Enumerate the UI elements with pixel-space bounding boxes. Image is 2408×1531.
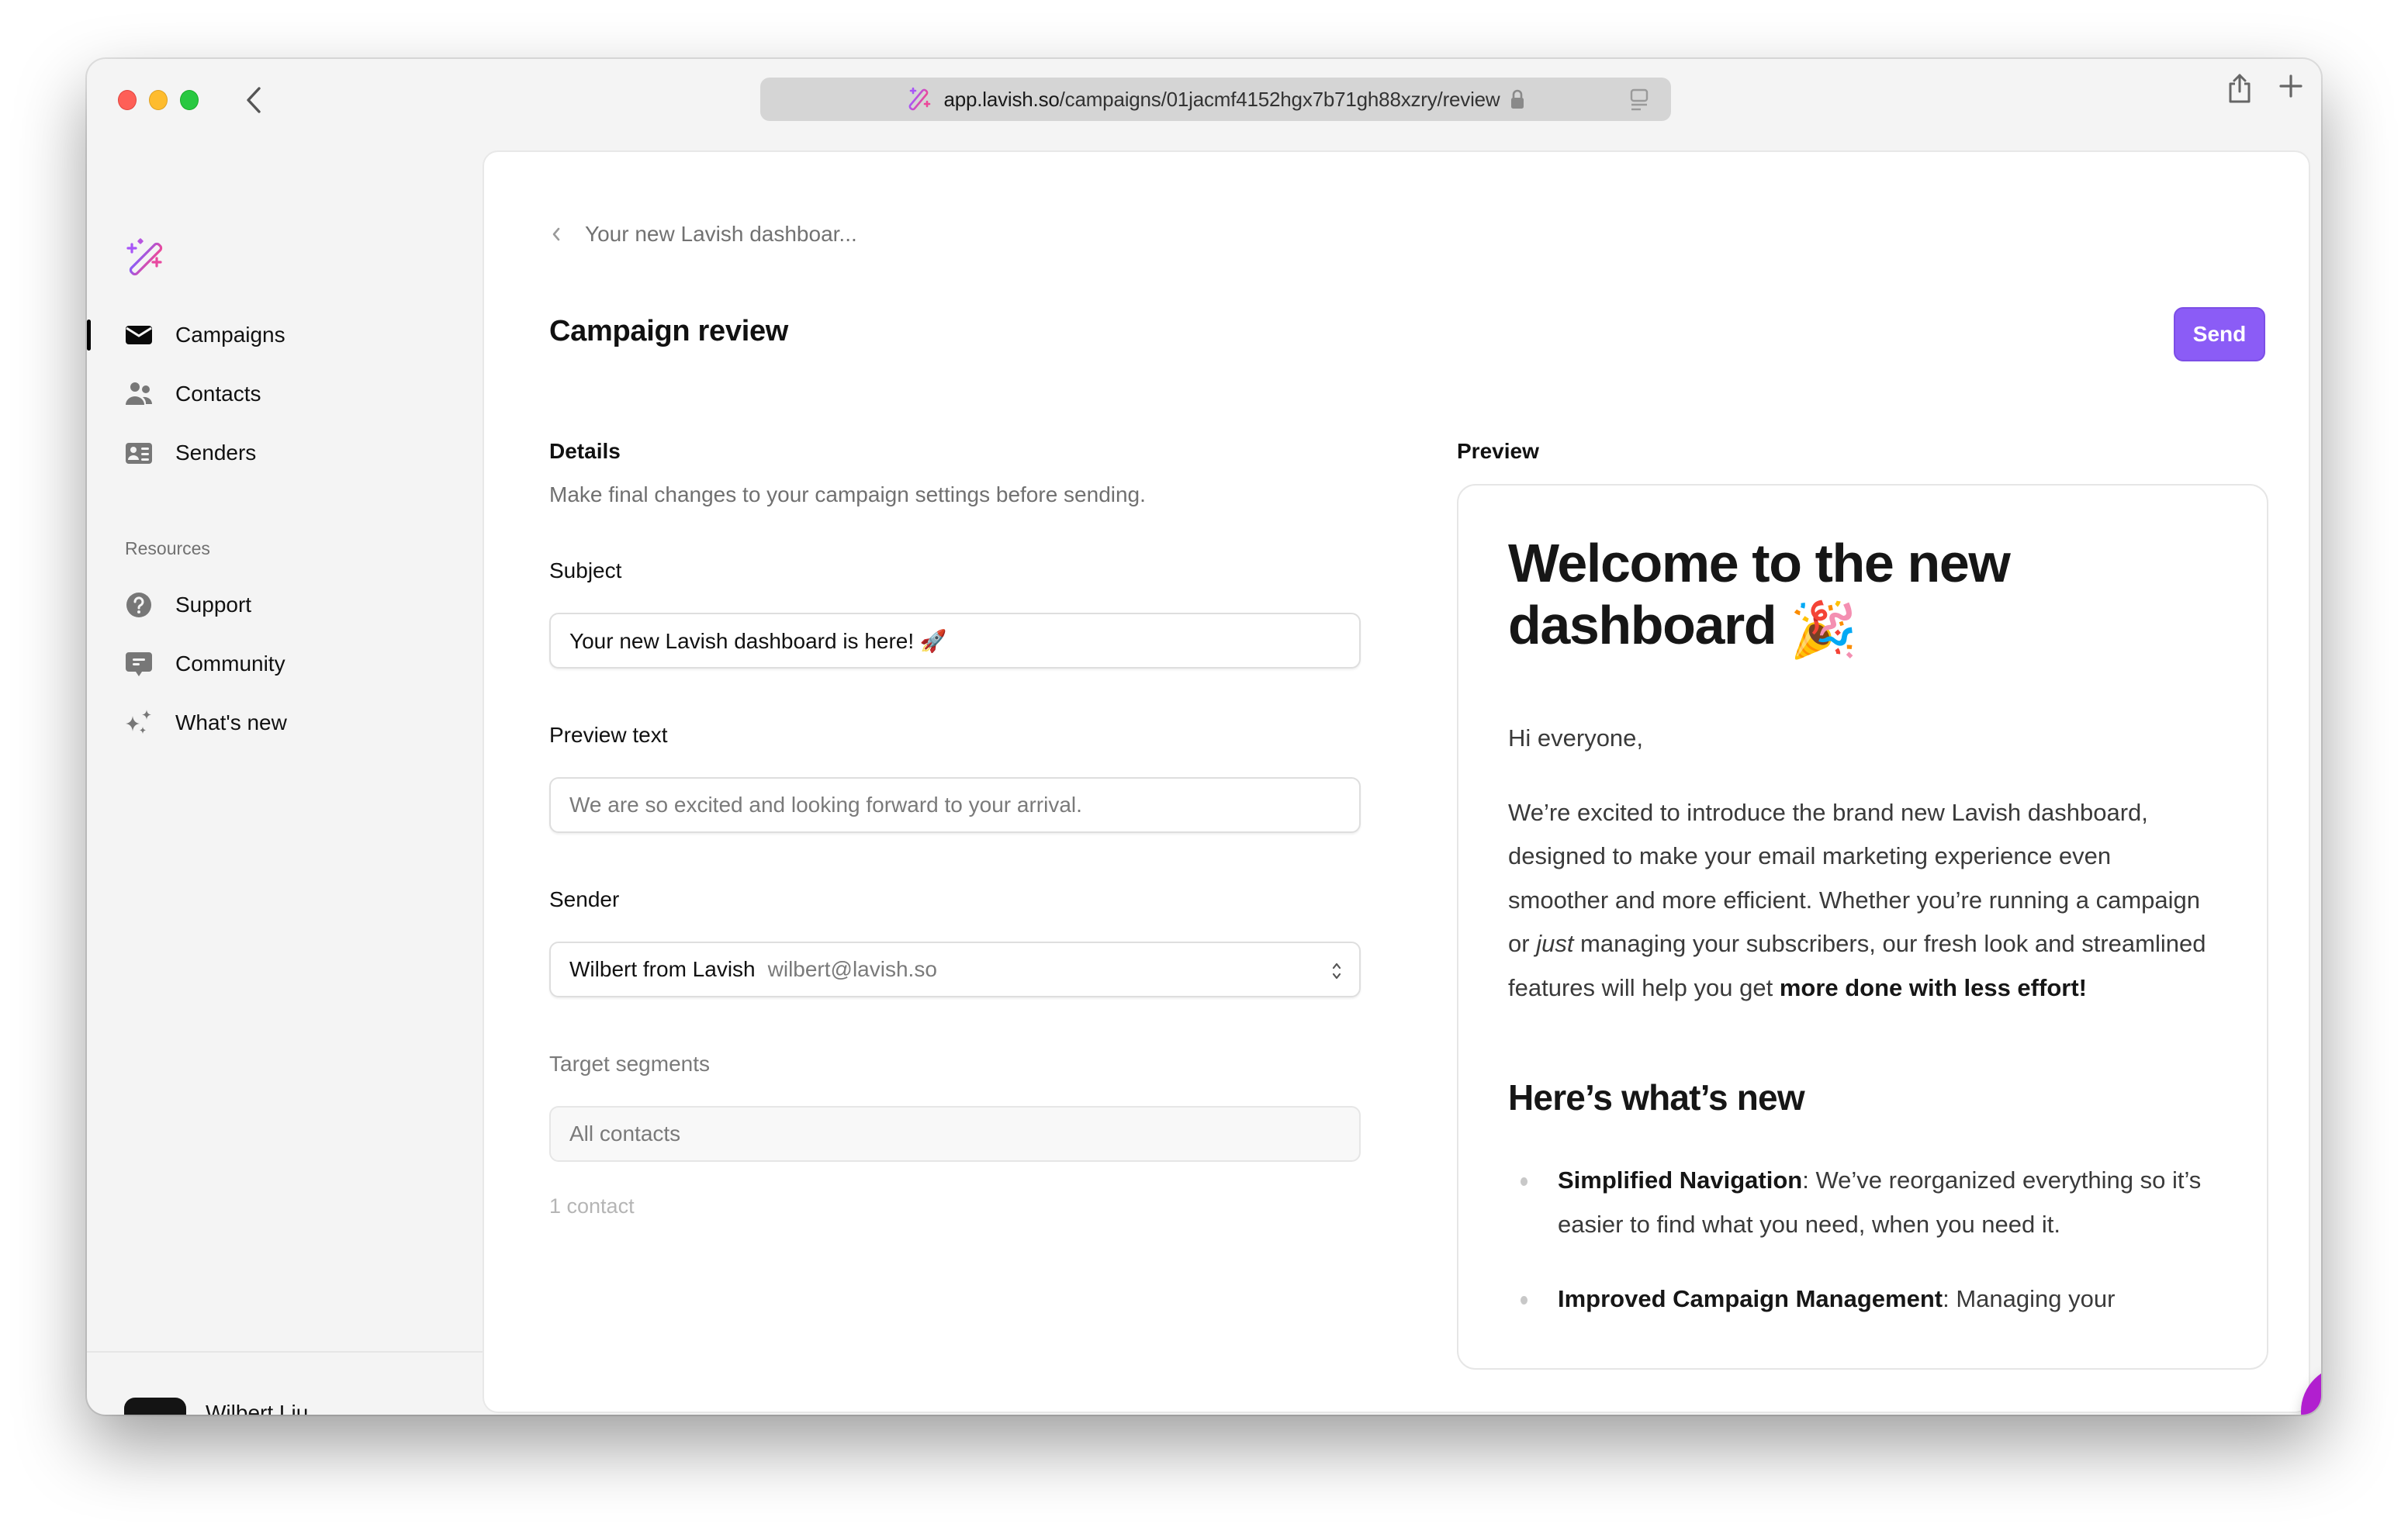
target-segments-value: All contacts xyxy=(569,1121,681,1146)
page-title: Campaign review xyxy=(549,315,789,347)
sidebar-item-senders[interactable]: Senders xyxy=(87,430,483,476)
sidebar: Campaigns Contacts Senders Resources Sup… xyxy=(87,150,483,1415)
resources-section-label: Resources xyxy=(125,538,210,558)
contact-count: 1 contact xyxy=(549,1194,635,1218)
share-icon[interactable] xyxy=(2226,73,2253,104)
new-tab-icon[interactable] xyxy=(2279,74,2302,98)
preview-feature-list: Simplified Navigation: We’ve reorganized… xyxy=(1508,1159,2206,1322)
details-description: Make final changes to your campaign sett… xyxy=(549,482,1146,506)
sidebar-item-support[interactable]: Support xyxy=(87,582,483,628)
preview-text-input[interactable]: We are so excited and looking forward to… xyxy=(549,777,1361,833)
sidebar-item-whats-new[interactable]: What's new xyxy=(87,700,483,746)
sidebar-item-label: Campaigns xyxy=(175,323,285,347)
chat-bubble-icon xyxy=(126,652,152,676)
chevron-up-down-icon xyxy=(1332,962,1341,980)
browser-window: app.lavish.so/campaigns/01jacmf4152hgx7b… xyxy=(87,59,2321,1415)
list-item: Simplified Navigation: We’ve reorganized… xyxy=(1508,1159,2206,1246)
lavish-favicon xyxy=(909,87,931,111)
users-icon xyxy=(126,382,153,405)
breadcrumb[interactable]: Your new Lavish dashboar... xyxy=(551,222,857,247)
preview-greeting: Hi everyone, xyxy=(1508,724,1644,752)
sidebar-item-label: What's new xyxy=(175,710,287,734)
sender-email: wilbert@lavish.so xyxy=(767,957,937,981)
id-card-icon xyxy=(126,443,152,464)
sender-name: Wilbert from Lavish xyxy=(569,957,756,981)
envelope-icon xyxy=(126,326,152,344)
maximize-window-button[interactable] xyxy=(180,90,199,110)
sender-label: Sender xyxy=(549,887,620,911)
target-segments-input: All contacts xyxy=(549,1106,1361,1162)
preview-text-placeholder: We are so excited and looking forward to… xyxy=(569,793,1082,817)
send-button[interactable]: Send xyxy=(2174,307,2265,361)
preview-heading: Welcome to the new dashboard 🎉 xyxy=(1508,533,2011,660)
sidebar-item-campaigns[interactable]: Campaigns xyxy=(87,312,483,358)
lock-icon xyxy=(1510,89,1524,109)
sidebar-item-contacts[interactable]: Contacts xyxy=(87,371,483,417)
sidebar-item-label: Contacts xyxy=(175,382,261,406)
sparkles-icon xyxy=(126,710,151,734)
avatar: WL xyxy=(124,1398,186,1415)
preview-paragraph: We’re excited to introduce the brand new… xyxy=(1508,798,2206,1001)
preview-label: Preview xyxy=(1457,439,1539,463)
user-name: Wilbert Liu xyxy=(206,1401,309,1415)
reader-icon[interactable] xyxy=(1629,88,1649,112)
back-icon[interactable] xyxy=(242,84,265,116)
chevron-left-icon xyxy=(552,227,560,241)
subject-input[interactable]: Your new Lavish dashboard is here! 🚀 xyxy=(549,613,1361,669)
minimize-window-button[interactable] xyxy=(149,90,168,110)
lavish-wand-logo[interactable] xyxy=(126,237,166,278)
close-window-button[interactable] xyxy=(118,90,137,110)
details-heading: Details xyxy=(549,439,621,463)
question-circle-icon xyxy=(126,593,151,617)
subject-value: Your new Lavish dashboard is here! 🚀 xyxy=(569,628,947,653)
address-bar[interactable]: app.lavish.so/campaigns/01jacmf4152hgx7b… xyxy=(760,78,1671,121)
sidebar-item-community[interactable]: Community xyxy=(87,641,483,687)
list-item: Improved Campaign Management: Managing y… xyxy=(1508,1277,2206,1322)
sidebar-item-label: Support xyxy=(175,593,252,617)
sidebar-item-label: Senders xyxy=(175,441,257,465)
url-text: app.lavish.so/campaigns/01jacmf4152hgx7b… xyxy=(943,87,1500,111)
subject-label: Subject xyxy=(549,558,622,582)
main-content: Your new Lavish dashboar... Campaign rev… xyxy=(483,150,2310,1413)
browser-toolbar: app.lavish.so/campaigns/01jacmf4152hgx7b… xyxy=(87,59,2321,150)
breadcrumb-text: Your new Lavish dashboar... xyxy=(585,222,857,246)
preview-text-label: Preview text xyxy=(549,723,668,747)
target-segments-label: Target segments xyxy=(549,1052,710,1076)
user-menu-button[interactable]: WL Wilbert Liu wilbert@lavish.so xyxy=(87,1353,483,1415)
sidebar-item-label: Community xyxy=(175,651,285,676)
preview-subheading: Here’s what’s new xyxy=(1508,1077,1805,1118)
party-popper-emoji: 🎉 xyxy=(1790,599,1857,660)
sender-select[interactable]: Wilbert from Lavish wilbert@lavish.so xyxy=(549,942,1361,997)
email-preview[interactable]: Welcome to the new dashboard 🎉 Hi everyo… xyxy=(1457,484,2268,1370)
